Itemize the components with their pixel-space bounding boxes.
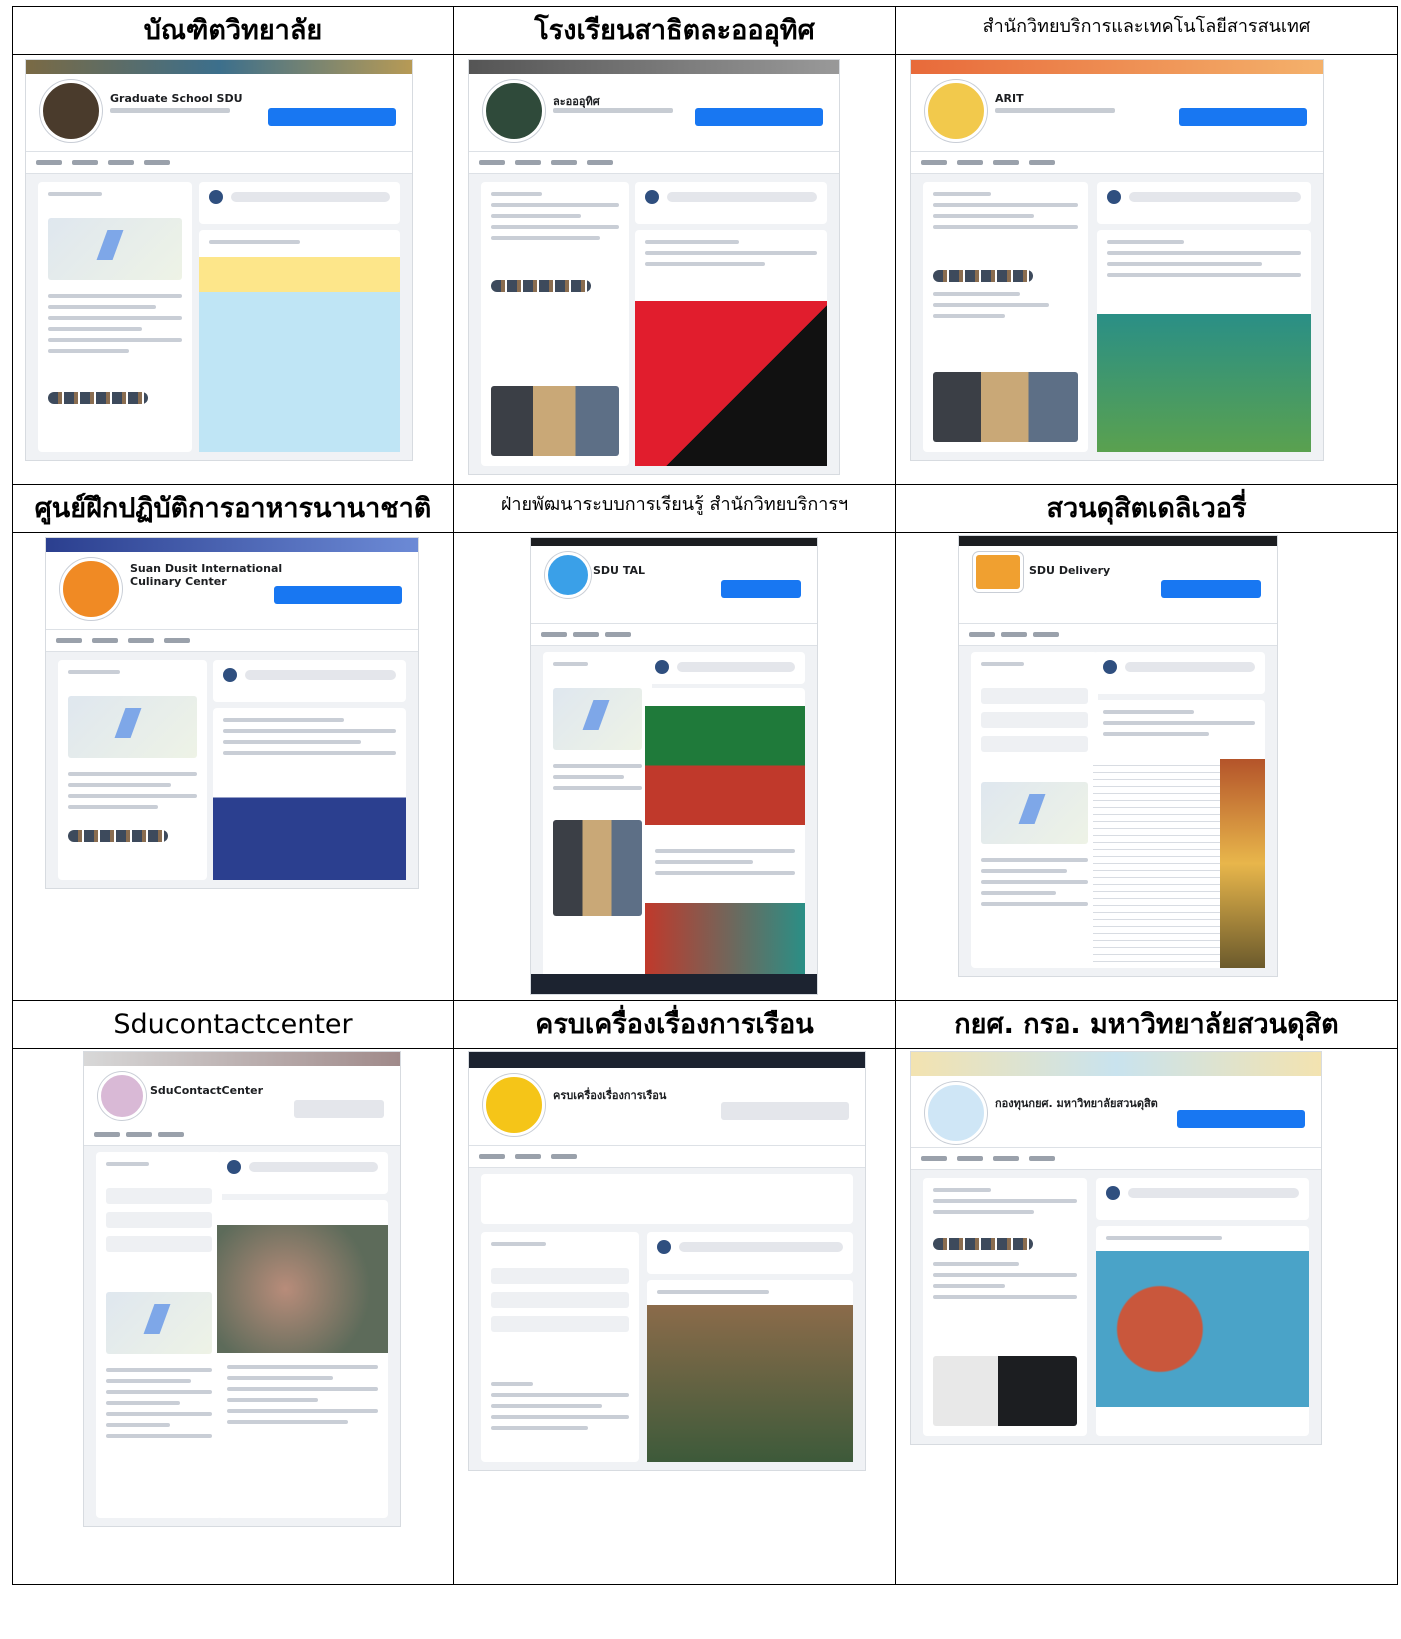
cell-header-arit: สำนักวิทยบริการและเทคโนโลยีสารสนเทศ	[895, 6, 1398, 55]
page-avatar	[925, 1082, 987, 1144]
screenshot-graduate-school: Graduate School SDU	[25, 59, 413, 461]
image-row-3: SduContactCenter ครบเครื่องเรื่องการเรือ…	[12, 1048, 1398, 1585]
page-name: กองทุนกยศ. มหาวิทยาลัยสวนดุสิต	[995, 1097, 1158, 1110]
screenshot-sdu-delivery: SDU Delivery	[958, 535, 1278, 977]
screenshot-home-economics: ครบเครื่องเรื่องการเรือน	[468, 1051, 866, 1471]
screenshot-culinary-center: Suan Dusit International Culinary Center	[45, 537, 419, 889]
page-name: ครบเครื่องเรื่องการเรือน	[553, 1089, 667, 1102]
screenshot-learning-system: SDU TAL	[530, 537, 818, 995]
cell-header-laor-utis-school: โรงเรียนสาธิตละอออุทิศ	[453, 6, 896, 55]
page-name: ARIT	[995, 92, 1024, 105]
cell-header-graduate-school: บัณฑิตวิทยาลัย	[12, 6, 454, 55]
image-row-1: Graduate School SDU ละอออุทิศ ARIT	[12, 54, 1398, 485]
cell-image-culinary-center: Suan Dusit International Culinary Center	[12, 532, 454, 1001]
screenshot-laor-utis-school: ละอออุทิศ	[468, 59, 840, 475]
cell-image-home-economics: ครบเครื่องเรื่องการเรือน	[453, 1048, 896, 1585]
follow-button	[1177, 1110, 1305, 1128]
follow-button	[721, 1102, 849, 1120]
follow-button	[294, 1100, 384, 1118]
page-name: SduContactCenter	[150, 1084, 264, 1097]
page-avatar	[925, 80, 987, 142]
header-row-3: Sducontactcenter ครบเครื่องเรื่องการเรือ…	[12, 1000, 1398, 1049]
page-name: Suan Dusit International Culinary Center	[130, 562, 283, 588]
screenshot-sducontactcenter: SduContactCenter	[83, 1051, 401, 1527]
page-avatar	[98, 1072, 146, 1120]
image-row-2: Suan Dusit International Culinary Center…	[12, 532, 1398, 1001]
header-row-1: บัณฑิตวิทยาลัย โรงเรียนสาธิตละอออุทิศ สำ…	[12, 6, 1398, 55]
follow-button	[721, 580, 801, 598]
page-avatar	[483, 1074, 545, 1136]
cell-image-student-loan-fund: กองทุนกยศ. มหาวิทยาลัยสวนดุสิต	[895, 1048, 1398, 1585]
cell-image-sdu-delivery: SDU Delivery	[895, 532, 1398, 1001]
page-avatar	[483, 80, 545, 142]
follow-button	[268, 108, 396, 126]
follow-button	[274, 586, 402, 604]
cell-header-sducontactcenter: Sducontactcenter	[12, 1000, 454, 1049]
cell-image-laor-utis-school: ละอออุทิศ	[453, 54, 896, 485]
screenshot-arit: ARIT	[910, 59, 1324, 461]
cell-image-graduate-school: Graduate School SDU	[12, 54, 454, 485]
page-avatar	[545, 552, 591, 598]
follow-button	[1179, 108, 1307, 126]
page-name: SDU Delivery	[1029, 564, 1111, 577]
cell-image-arit: ARIT	[895, 54, 1398, 485]
cell-header-sdu-delivery: สวนดุสิตเดลิเวอรี่	[895, 484, 1398, 533]
page-avatar	[40, 80, 102, 142]
follow-button	[1161, 580, 1261, 598]
page-name: Graduate School SDU	[110, 92, 243, 105]
cell-header-home-economics: ครบเครื่องเรื่องการเรือน	[453, 1000, 896, 1049]
screenshot-student-loan-fund: กองทุนกยศ. มหาวิทยาลัยสวนดุสิต	[910, 1051, 1322, 1445]
header-row-2: ศูนย์ฝึกปฏิบัติการอาหารนานาชาติ ฝ่ายพัฒน…	[12, 484, 1398, 533]
facebook-pages-table: บัณฑิตวิทยาลัย โรงเรียนสาธิตละอออุทิศ สำ…	[12, 6, 1398, 1585]
page-avatar	[973, 552, 1023, 592]
page-avatar	[60, 558, 122, 620]
cell-header-learning-system: ฝ่ายพัฒนาระบบการเรียนรู้ สำนักวิทยบริการ…	[453, 484, 896, 533]
cell-header-culinary-center: ศูนย์ฝึกปฏิบัติการอาหารนานาชาติ	[12, 484, 454, 533]
follow-button	[695, 108, 823, 126]
cell-image-learning-system: SDU TAL	[453, 532, 896, 1001]
page-name: SDU TAL	[593, 564, 645, 577]
cell-image-sducontactcenter: SduContactCenter	[12, 1048, 454, 1585]
cell-header-student-loan-fund: กยศ. กรอ. มหาวิทยาลัยสวนดุสิต	[895, 1000, 1398, 1049]
